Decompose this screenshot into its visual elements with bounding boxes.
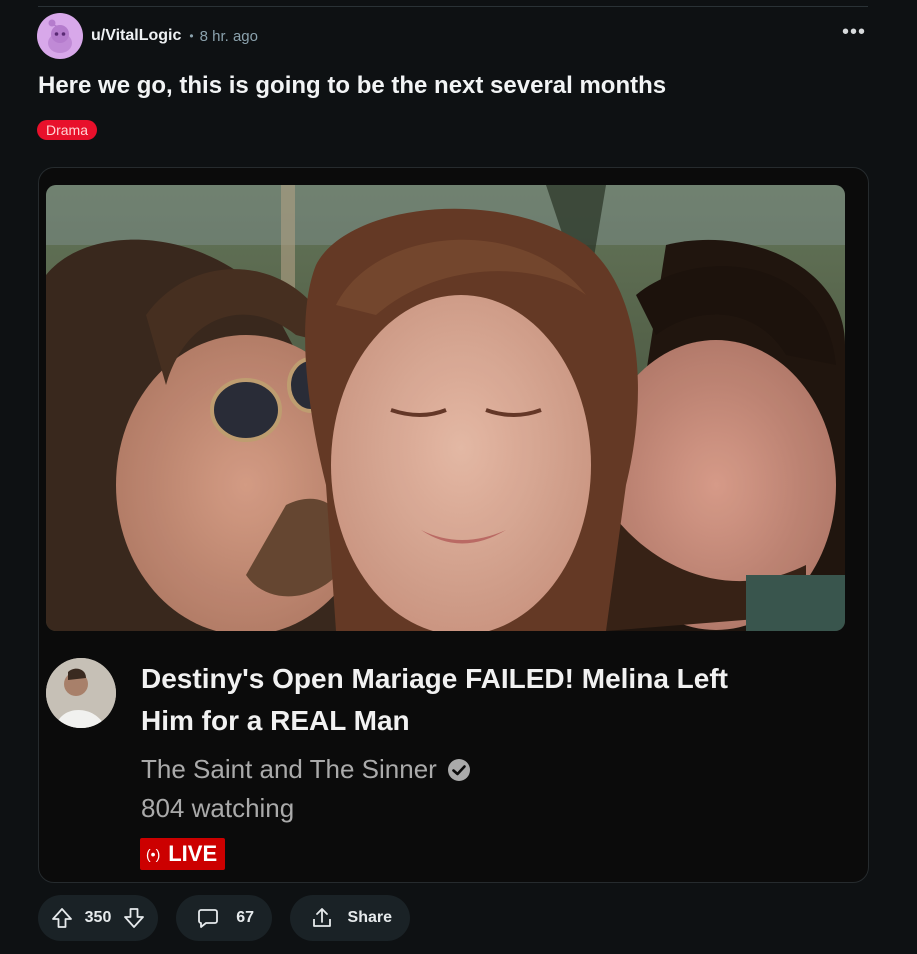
- more-options-icon[interactable]: •••: [842, 22, 866, 42]
- video-thumbnail[interactable]: [46, 185, 845, 631]
- vote-control: 350: [38, 895, 158, 941]
- post-timestamp: 8 hr. ago: [199, 27, 258, 45]
- channel-name-row[interactable]: The Saint and The Sinner: [141, 754, 471, 785]
- arrow-down-icon[interactable]: [122, 906, 146, 930]
- share-label: Share: [347, 909, 392, 926]
- watching-count: 804 watching: [141, 793, 295, 823]
- vote-score: 350: [84, 909, 112, 926]
- post-header: u/VitalLogic • 8 hr. ago: [37, 13, 258, 59]
- video-embed-card[interactable]: Destiny's Open Mariage FAILED! Melina Le…: [38, 167, 869, 883]
- username-link[interactable]: u/VitalLogic: [91, 27, 181, 45]
- post-flair[interactable]: Drama: [37, 120, 98, 140]
- user-avatar[interactable]: [37, 13, 83, 59]
- dot-separator: •: [189, 29, 194, 43]
- channel-avatar[interactable]: [46, 658, 116, 728]
- comment-bubble-icon: [198, 909, 218, 928]
- post-actions-bar: 350 67 Share: [38, 895, 410, 941]
- live-label: LIVE: [168, 841, 218, 866]
- top-divider: [38, 6, 868, 7]
- share-icon: [313, 908, 331, 927]
- video-title[interactable]: Destiny's Open Mariage FAILED! Melina Le…: [141, 658, 781, 742]
- comments-count: 67: [236, 909, 254, 926]
- post-title[interactable]: Here we go, this is going to be the next…: [38, 72, 666, 100]
- arrow-up-icon[interactable]: [50, 906, 74, 930]
- channel-name[interactable]: The Saint and The Sinner: [141, 754, 437, 785]
- live-broadcast-icon: (•): [146, 846, 161, 862]
- comments-button[interactable]: 67: [176, 895, 272, 941]
- live-badge: (•) LIVE: [140, 838, 226, 870]
- share-button[interactable]: Share: [290, 895, 410, 941]
- verified-check-icon: [447, 758, 470, 781]
- snoo-avatar-icon: [48, 19, 72, 53]
